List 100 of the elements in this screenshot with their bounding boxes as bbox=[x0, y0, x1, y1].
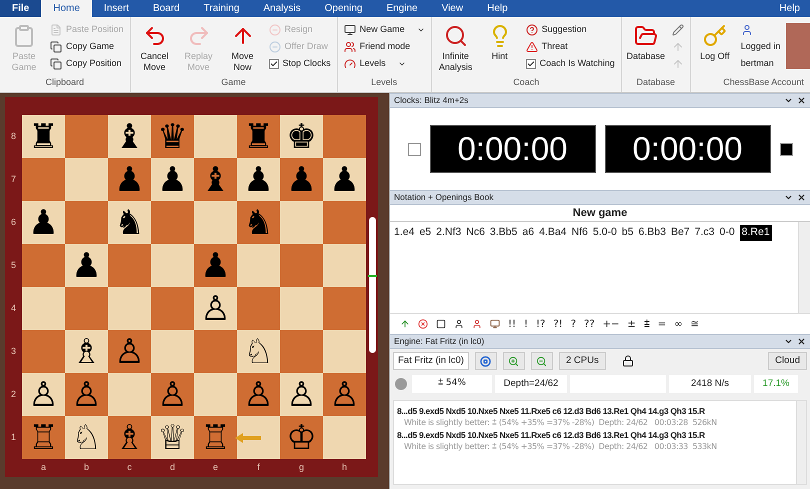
annotation-symbol[interactable]: ! bbox=[524, 316, 528, 332]
checkbox[interactable] bbox=[268, 58, 279, 68]
chess-piece[interactable]: ♙ bbox=[28, 378, 59, 412]
chess-piece[interactable]: ♟ bbox=[114, 162, 145, 196]
dropdown-icon[interactable] bbox=[784, 193, 793, 202]
board-square[interactable]: ♞ bbox=[108, 201, 151, 244]
cross-icon[interactable] bbox=[418, 319, 428, 329]
board-square[interactable] bbox=[323, 416, 366, 459]
chess-piece[interactable]: ♝ bbox=[114, 120, 145, 154]
chess-piece[interactable]: ♙ bbox=[329, 378, 360, 412]
annotation-symbol[interactable]: ± bbox=[627, 316, 636, 332]
board-square[interactable] bbox=[323, 330, 366, 373]
menu-tab[interactable]: Opening bbox=[312, 0, 374, 17]
chess-piece[interactable]: ♙ bbox=[243, 378, 274, 412]
board-square[interactable] bbox=[323, 115, 366, 158]
dropdown-icon[interactable] bbox=[784, 337, 793, 346]
board-square[interactable]: ♙ bbox=[323, 373, 366, 416]
zoom-in-button[interactable] bbox=[502, 352, 525, 370]
chess-piece[interactable]: ♙ bbox=[286, 378, 317, 412]
board-square[interactable]: ♝ bbox=[108, 115, 151, 158]
ribbon-large-button[interactable]: Database bbox=[626, 21, 666, 76]
close-icon[interactable] bbox=[797, 96, 806, 105]
engine-button[interactable]: Fat Fritz (in lc0) bbox=[393, 352, 469, 370]
board-square[interactable]: ♗ bbox=[65, 330, 108, 373]
board-square[interactable] bbox=[280, 287, 323, 330]
board-square[interactable] bbox=[65, 287, 108, 330]
board-square[interactable]: ♟ bbox=[280, 158, 323, 201]
close-icon[interactable] bbox=[797, 337, 806, 346]
menu-tab[interactable]: File bbox=[0, 0, 42, 17]
lock-icon[interactable] bbox=[622, 355, 634, 367]
chess-piece[interactable]: ♜ bbox=[243, 120, 274, 154]
move-text[interactable]: b5 bbox=[622, 225, 634, 241]
move-text[interactable]: 7.c3 bbox=[694, 225, 714, 241]
chess-piece[interactable]: ♗ bbox=[114, 420, 145, 454]
annotation-symbol[interactable]: ?? bbox=[584, 316, 595, 332]
scrollbar[interactable] bbox=[796, 401, 806, 484]
board-square[interactable] bbox=[151, 201, 194, 244]
ribbon-button[interactable]: Copy Position bbox=[48, 55, 126, 72]
board-square[interactable] bbox=[151, 330, 194, 373]
board-square[interactable] bbox=[194, 201, 237, 244]
move-text[interactable]: 1.e4 bbox=[394, 225, 414, 241]
chess-piece[interactable]: ♛ bbox=[157, 120, 188, 154]
move-text[interactable]: Be7 bbox=[670, 225, 690, 241]
move-text[interactable]: Nc6 bbox=[466, 225, 485, 241]
board-square[interactable] bbox=[194, 330, 237, 373]
chess-piece[interactable]: ♔ bbox=[286, 420, 317, 454]
board-square[interactable]: ♗ bbox=[108, 416, 151, 459]
ribbon-button[interactable]: Friend mode bbox=[342, 38, 427, 55]
board-square[interactable] bbox=[323, 287, 366, 330]
board-square[interactable]: ♙ bbox=[194, 287, 237, 330]
annotation-symbol[interactable]: ⩲ bbox=[644, 316, 650, 332]
chess-piece[interactable]: ♜ bbox=[28, 120, 59, 154]
move-text[interactable]: 6.Bb3 bbox=[638, 225, 666, 241]
move-text[interactable]: e5 bbox=[419, 225, 432, 241]
ribbon-large-button[interactable]: Hint bbox=[480, 21, 520, 76]
board-square[interactable] bbox=[194, 373, 237, 416]
chess-piece[interactable]: ♘ bbox=[243, 334, 274, 368]
board-square[interactable] bbox=[323, 244, 366, 287]
chess-piece[interactable]: ♙ bbox=[200, 292, 231, 326]
chess-piece[interactable]: ♞ bbox=[243, 206, 274, 240]
chess-piece[interactable]: ♙ bbox=[157, 378, 188, 412]
chess-piece[interactable]: ♟ bbox=[200, 248, 231, 282]
chess-piece[interactable]: ♚ bbox=[286, 120, 317, 154]
board-square[interactable] bbox=[22, 158, 65, 201]
menu-tab[interactable]: Insert bbox=[92, 0, 141, 17]
board-square[interactable]: ♜ bbox=[237, 115, 280, 158]
annotation-symbol[interactable]: ≅ bbox=[690, 316, 699, 332]
board-square[interactable]: ♙ bbox=[280, 373, 323, 416]
board-square[interactable]: ♖ bbox=[22, 416, 65, 459]
engine-line[interactable]: 8...d5 9.exd5 Nxd5 10.Nxe5 Nxe5 11.Rxe5 c6 12.d3 Bd6 13.Re1 Qh4 14.g3 Qh3 15.R bbox=[397, 405, 796, 417]
chess-piece[interactable]: ♞ bbox=[114, 206, 145, 240]
board-square[interactable]: ♔ bbox=[280, 416, 323, 459]
cpu-button[interactable]: 2 CPUs bbox=[558, 352, 606, 370]
board-square[interactable] bbox=[65, 115, 108, 158]
chess-piece[interactable]: ♟ bbox=[157, 162, 188, 196]
board-square[interactable]: ♙ bbox=[237, 373, 280, 416]
stop-button[interactable] bbox=[474, 352, 497, 370]
chess-piece[interactable]: ♙ bbox=[71, 378, 102, 412]
board-square[interactable] bbox=[280, 244, 323, 287]
engine-line[interactable]: 8...d5 9.exd5 Nxd5 10.Nxe5 Nxe5 11.Rxe5 c6 12.d3 Bd6 13.Re1 Qh4 14.g3 Qh3 15.R bbox=[397, 429, 796, 441]
board-square[interactable]: ♟ bbox=[237, 158, 280, 201]
board-square[interactable] bbox=[65, 201, 108, 244]
move-text[interactable]: Nf6 bbox=[572, 225, 588, 241]
menu-tab[interactable]: View bbox=[430, 0, 476, 17]
close-icon[interactable] bbox=[797, 193, 806, 202]
board-square[interactable] bbox=[108, 373, 151, 416]
checkbox[interactable] bbox=[526, 58, 536, 68]
board-square[interactable] bbox=[108, 244, 151, 287]
chess-piece[interactable]: ♟ bbox=[71, 248, 102, 282]
annotation-symbol[interactable]: ∞ bbox=[674, 316, 683, 332]
move-text[interactable]: 3.Bb5 bbox=[490, 225, 518, 241]
annotation-symbol[interactable]: !! bbox=[508, 316, 516, 332]
move-text[interactable]: 2.Nf3 bbox=[436, 225, 462, 241]
board-square[interactable]: ♛ bbox=[151, 115, 194, 158]
board-square[interactable] bbox=[237, 244, 280, 287]
dropdown-icon[interactable] bbox=[784, 96, 793, 105]
chess-piece[interactable]: ♖ bbox=[28, 420, 59, 454]
ribbon-large-button[interactable]: Move Now bbox=[222, 21, 263, 76]
help-link[interactable]: Help bbox=[769, 0, 810, 17]
annotation-symbol[interactable]: = bbox=[658, 316, 666, 332]
